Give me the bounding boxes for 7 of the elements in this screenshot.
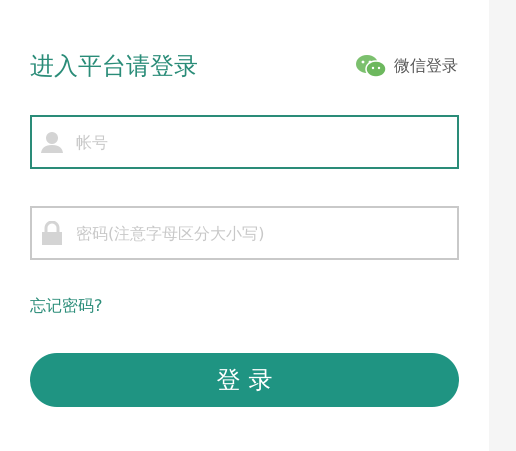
forgot-password-link[interactable]: 忘记密码? bbox=[30, 296, 102, 317]
lock-icon bbox=[41, 221, 63, 245]
login-title: 进入平台请登录 bbox=[30, 51, 198, 82]
wechat-login-link[interactable]: 微信登录 bbox=[356, 55, 458, 77]
user-icon bbox=[40, 130, 64, 154]
login-button[interactable]: 登 录 bbox=[30, 353, 459, 407]
chat-bubbles-icon bbox=[356, 55, 386, 77]
